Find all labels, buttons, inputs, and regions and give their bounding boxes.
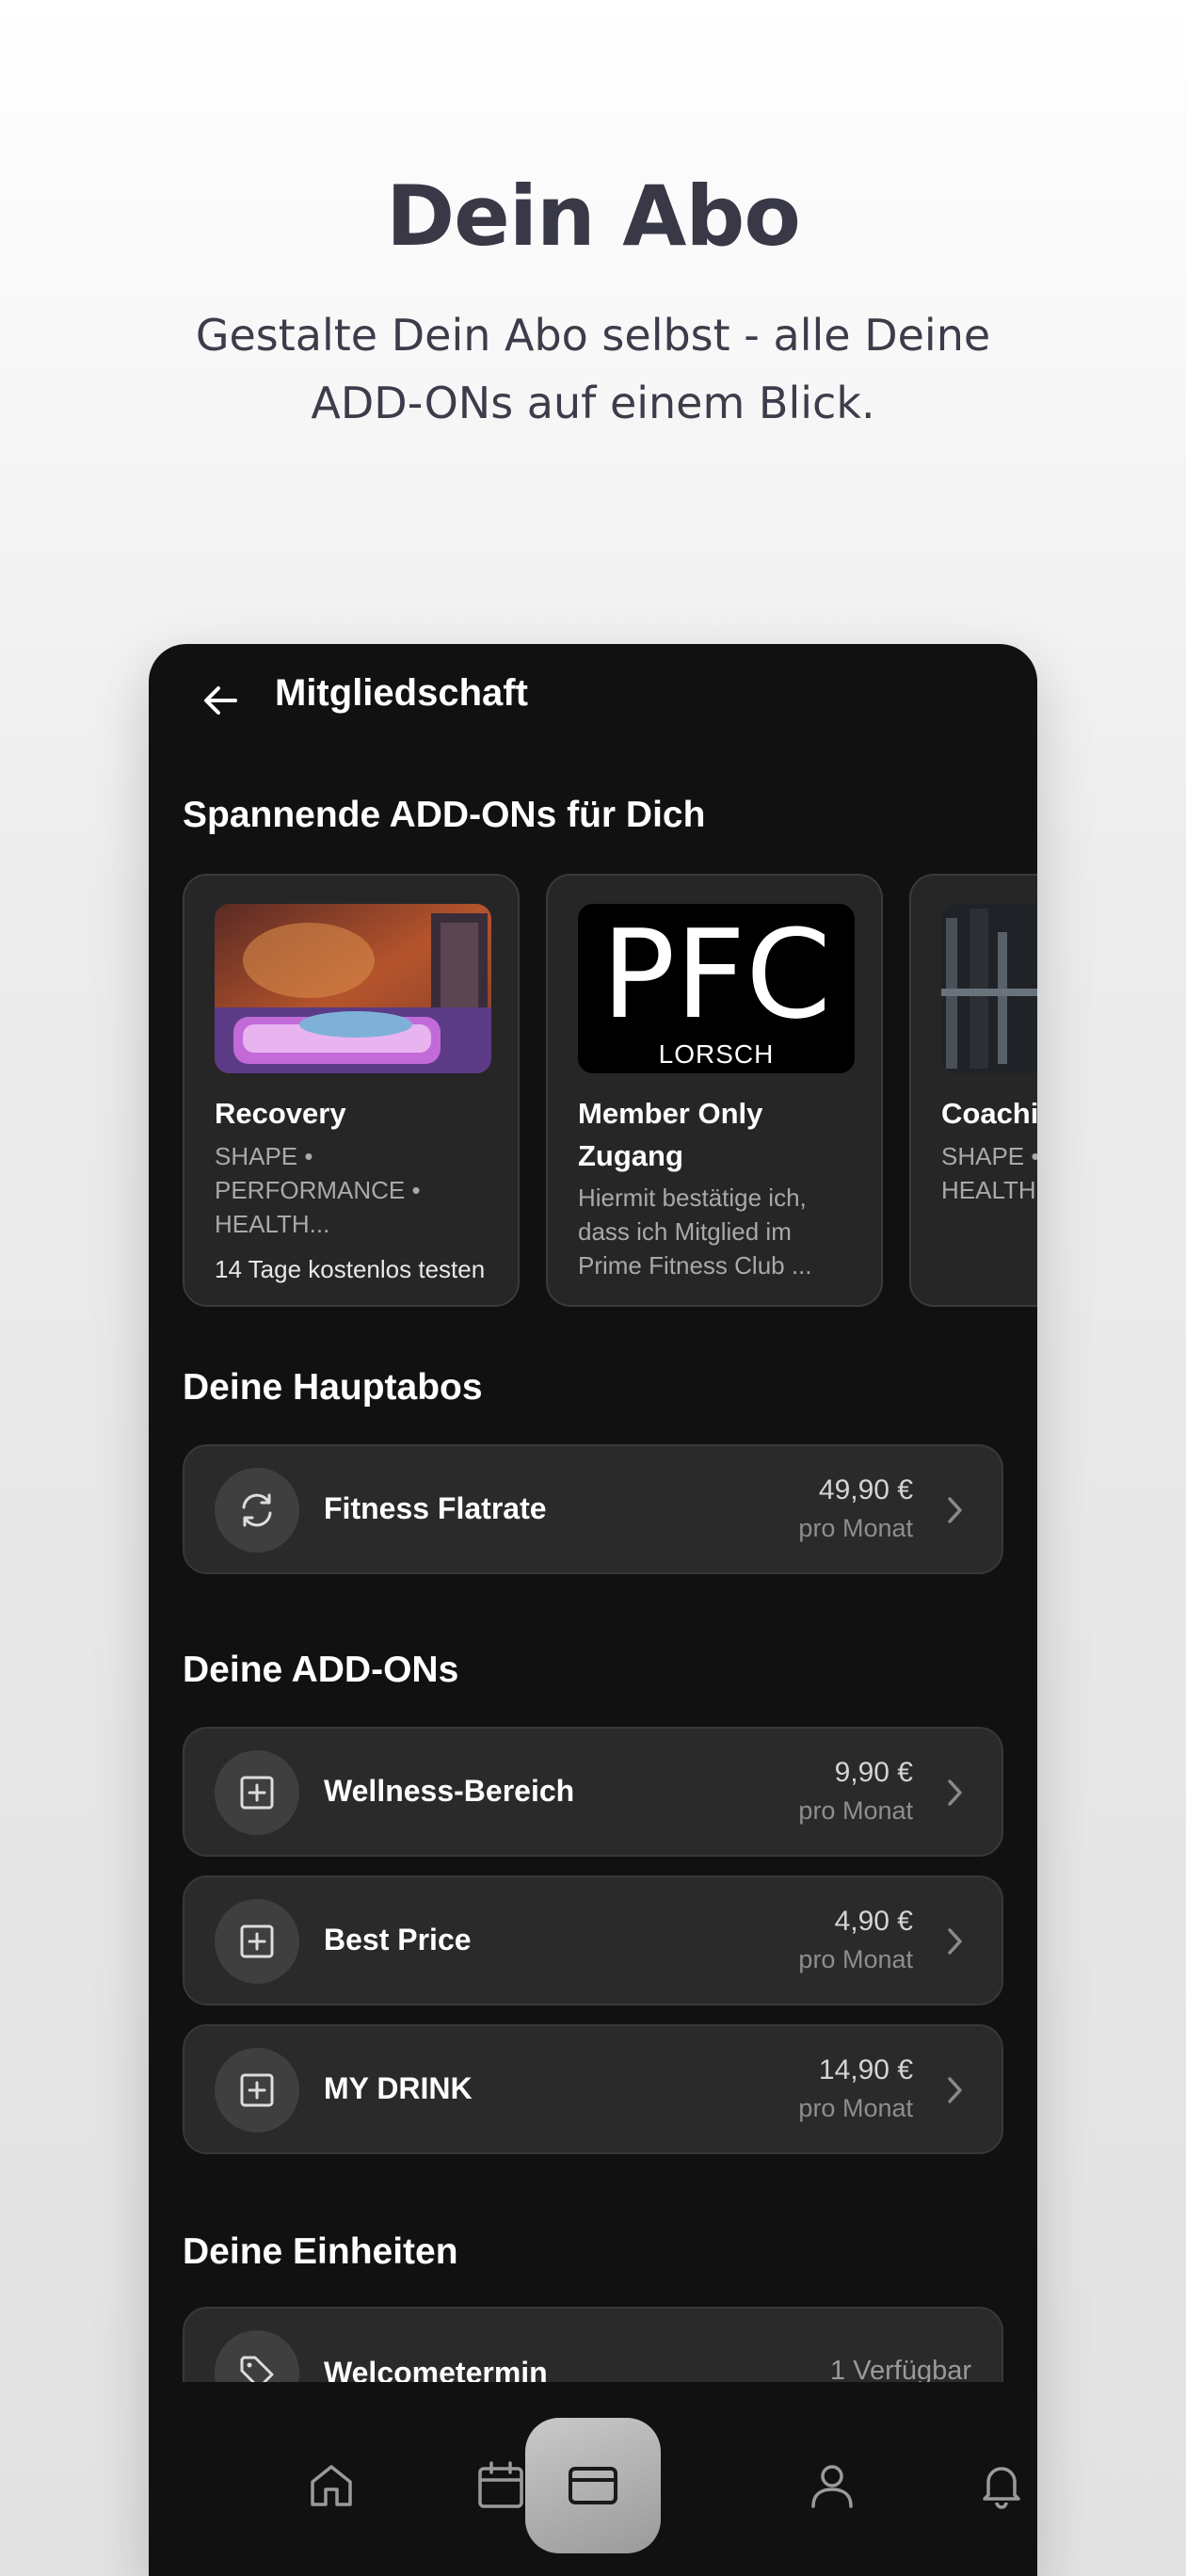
card-description: Hiermit bestätige ich, dass ich Mitglied… bbox=[578, 1183, 812, 1280]
row-label: MY DRINK bbox=[324, 2071, 473, 2105]
chevron-right-icon bbox=[945, 2075, 964, 2110]
addons-carousel[interactable]: Recovery SHAPE • PERFORMANCE • HEALTH...… bbox=[183, 874, 1037, 1311]
addon-card-member-only[interactable]: PFC LORSCH Member Only Zugang Hiermit be… bbox=[546, 874, 883, 1307]
hero-subtitle: Gestalte Dein Abo selbst - alle Deine AD… bbox=[195, 310, 991, 428]
addon-row-my-drink[interactable]: MY DRINK 14,90 € pro Monat bbox=[183, 2024, 1003, 2154]
card-description: SHAPE • PERFOR HEALTH bbox=[941, 1142, 1037, 1204]
row-label: Wellness-Bereich bbox=[324, 1774, 575, 1808]
pfc-logo-main: PFC bbox=[601, 904, 831, 1046]
bottom-nav bbox=[149, 2382, 1037, 2576]
phone-screen: Mitgliedschaft Spannende ADD-ONs für Dic… bbox=[149, 644, 1037, 2576]
hero-title: Dein Abo bbox=[386, 168, 801, 265]
row-label: Best Price bbox=[324, 1923, 472, 1956]
chevron-right-icon bbox=[945, 1495, 964, 1530]
row-price: 9,90 € bbox=[834, 1757, 913, 1788]
nav-notifications[interactable] bbox=[934, 2418, 1037, 2553]
bell-icon bbox=[983, 2467, 1020, 2509]
refresh-icon bbox=[215, 1468, 299, 1553]
row-price: 14,90 € bbox=[818, 2054, 913, 2085]
nav-profile[interactable] bbox=[764, 2418, 900, 2553]
chevron-right-icon bbox=[945, 1778, 964, 1812]
row-period: pro Monat bbox=[798, 2094, 913, 2122]
gym-photo bbox=[941, 904, 1037, 1073]
plus-square-icon bbox=[215, 2048, 299, 2133]
row-price: 4,90 € bbox=[834, 1906, 913, 1937]
card-icon bbox=[569, 2467, 617, 2504]
nav-membership[interactable] bbox=[525, 2418, 661, 2553]
card-title: Member Only Zugang bbox=[578, 1097, 763, 1172]
main-subs-title: Deine Hauptabos bbox=[183, 1367, 483, 1408]
card-note: 14 Tage kostenlos testen bbox=[215, 1255, 486, 1283]
subscription-row-fitness-flatrate[interactable]: Fitness Flatrate 49,90 € pro Monat bbox=[183, 1444, 1003, 1574]
addons-title: Deine ADD-ONs bbox=[183, 1650, 459, 1690]
page-title: Mitgliedschaft bbox=[275, 672, 528, 714]
row-period: pro Monat bbox=[798, 1796, 913, 1825]
units-title: Deine Einheiten bbox=[183, 2231, 458, 2272]
addons-section-title: Spannende ADD-ONs für Dich bbox=[183, 795, 706, 835]
addon-row-wellness[interactable]: Wellness-Bereich 9,90 € pro Monat bbox=[183, 1727, 1003, 1857]
nav-home[interactable] bbox=[264, 2418, 399, 2553]
home-icon bbox=[311, 2465, 352, 2506]
chevron-right-icon bbox=[945, 1926, 964, 1961]
addon-card-coaching[interactable]: Coachi SHAPE • PERFOR HEALTH bbox=[909, 874, 1037, 1307]
row-period: pro Monat bbox=[798, 1945, 913, 1973]
plus-square-icon bbox=[215, 1899, 299, 1984]
recovery-room-photo bbox=[215, 904, 491, 1073]
addon-row-best-price[interactable]: Best Price 4,90 € pro Monat bbox=[183, 1876, 1003, 2005]
card-title: Recovery bbox=[215, 1097, 346, 1130]
arrow-left-icon[interactable] bbox=[201, 682, 239, 719]
calendar-icon bbox=[478, 2461, 523, 2508]
row-price: 49,90 € bbox=[818, 1474, 913, 1505]
pfc-logo: PFC LORSCH bbox=[578, 904, 855, 1073]
card-description: SHAPE • PERFORMANCE • HEALTH... bbox=[215, 1142, 421, 1238]
pfc-logo-sub: LORSCH bbox=[658, 1039, 775, 1069]
app-bar: Mitgliedschaft bbox=[149, 644, 1037, 757]
addon-card-recovery[interactable]: Recovery SHAPE • PERFORMANCE • HEALTH...… bbox=[183, 874, 520, 1307]
card-title: Coachi bbox=[941, 1097, 1037, 1130]
row-label: Fitness Flatrate bbox=[324, 1491, 547, 1525]
user-icon bbox=[811, 2465, 853, 2508]
row-period: pro Monat bbox=[798, 1514, 913, 1542]
plus-square-icon bbox=[215, 1750, 299, 1835]
